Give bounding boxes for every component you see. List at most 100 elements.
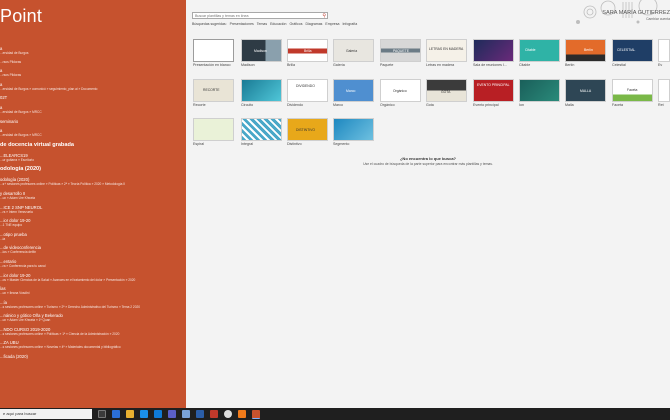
template-thumbnail[interactable]: Brilla (287, 39, 328, 62)
recent-file-item[interactable]: ...ZA UBU ...s sesiones profesores online… (0, 340, 186, 349)
template-label[interactable]: Paquete (380, 63, 393, 67)
suggested-search-link[interactable]: Empresa (325, 22, 339, 26)
template-label[interactable]: Marco (333, 103, 343, 107)
template-label[interactable]: Citable (519, 63, 530, 67)
template-label[interactable]: Galería (333, 63, 345, 67)
recent-file-item[interactable]: ías ...ux » Ileana Vosdini (0, 286, 186, 295)
template-thumbnail[interactable]: LETRAS EN MADERA (426, 39, 467, 62)
suggested-search-link[interactable]: Gráficos (289, 22, 302, 26)
switch-account-link[interactable]: Cambiar cuenta (646, 17, 670, 21)
template-label[interactable]: Espiral (193, 142, 204, 146)
template-label[interactable]: Gota (426, 103, 434, 107)
template-label[interactable]: Ev (658, 63, 662, 67)
template-label[interactable]: Recorte (193, 103, 206, 107)
template-thumbnail[interactable] (473, 39, 514, 62)
recent-file-item[interactable]: de docencia virtual grabada (0, 142, 186, 148)
suggested-search-link[interactable]: Temas (257, 22, 267, 26)
template-thumbnail[interactable] (241, 79, 282, 102)
firefox-icon[interactable] (238, 410, 246, 418)
template-label[interactable]: Dividendo (287, 103, 303, 107)
template-thumbnail[interactable] (333, 118, 374, 141)
recent-file-item[interactable]: a ...ersidad de Burgos » MRCC (0, 128, 186, 137)
word-icon[interactable] (196, 410, 204, 418)
template-label[interactable]: Integral (241, 142, 253, 146)
template-thumbnail[interactable]: Marco (333, 79, 374, 102)
recent-file-item[interactable]: ...ior dolor 19-20 ...1 TNE equipo (0, 218, 186, 227)
recent-file-item[interactable]: a ...ersidad de Burgos » MRCC (0, 105, 186, 114)
taskbar-search-box[interactable]: e aquí para buscar (0, 409, 92, 419)
suggested-search-link[interactable]: Infografía (342, 22, 357, 26)
template-label[interactable]: Sala de reuniones I... (473, 63, 507, 67)
template-label[interactable]: Segmento (333, 142, 349, 146)
file-explorer-icon[interactable] (126, 410, 134, 418)
recent-file-item[interactable]: ...ía ...s sesiones profesores online » T… (0, 300, 186, 309)
acrobat-icon[interactable] (210, 410, 218, 418)
template-label[interactable]: Distintivo (287, 142, 302, 146)
teams-icon[interactable] (168, 410, 176, 418)
template-thumbnail[interactable]: Galería (333, 39, 374, 62)
recent-file-item[interactable]: y desarrollo II ...ux » Adam Ure Khweia (0, 191, 186, 200)
template-thumbnail[interactable]: GOTA (426, 79, 467, 102)
template-thumbnail[interactable] (193, 118, 234, 141)
recent-file-item[interactable]: ...nánico y gótico Oña y Bekerado ...ux »… (0, 313, 186, 322)
template-thumbnail[interactable]: DIVIDENDO (287, 79, 328, 102)
template-label[interactable]: Orgánico (380, 103, 395, 107)
recent-file-item[interactable]: a ...ersidad de Burgos (0, 46, 186, 55)
template-label[interactable]: Ion (519, 103, 524, 107)
template-label[interactable]: Evento principal (473, 103, 499, 107)
suggested-search-link[interactable]: Diagramas (305, 22, 322, 26)
recent-file-item[interactable]: ...rsos Pildoras (0, 60, 186, 64)
account-user-name[interactable]: SARA MARÍA GUTIERREZ Cambiar cuenta (602, 10, 670, 21)
template-thumbnail[interactable] (658, 39, 670, 62)
chrome-icon[interactable] (224, 410, 232, 418)
template-label[interactable]: Letras en madera (426, 63, 454, 67)
template-thumbnail[interactable]: CELESTIAL (612, 39, 653, 62)
template-label[interactable]: Presentación en blanco (193, 63, 231, 67)
template-thumbnail[interactable]: Citable (519, 39, 560, 62)
template-thumbnail[interactable] (658, 79, 670, 102)
template-thumbnail[interactable]: EVENTO PRINCIPAL (473, 79, 514, 102)
template-label[interactable]: Madison (241, 63, 255, 67)
template-thumbnail[interactable]: Faceta (612, 79, 653, 102)
edge-icon[interactable] (112, 410, 120, 418)
template-thumbnail[interactable]: MALLA (565, 79, 606, 102)
recent-file-item[interactable]: ...NDO CURSO 2019-2020 ...s sesiones prof… (0, 327, 186, 336)
search-icon[interactable]: ⚲ (322, 13, 326, 19)
template-label[interactable]: Ret (658, 103, 664, 107)
template-label[interactable]: Brilla (287, 63, 295, 67)
recent-file-item[interactable]: ...ficada (2020) (0, 354, 186, 359)
recent-file-item[interactable]: ...entario ...ra » Conferencia para tu ca… (0, 259, 186, 268)
template-label[interactable]: Malla (565, 103, 574, 107)
template-thumbnail[interactable]: Madison (241, 39, 282, 62)
recent-file-item[interactable]: ...otipo prueba ...ia (0, 232, 186, 241)
store-icon[interactable] (154, 410, 162, 418)
mail-icon[interactable] (140, 410, 148, 418)
recent-file-item[interactable]: ...de videoconferencia ...los » Conferenc… (0, 245, 186, 254)
task-view-icon[interactable] (98, 410, 106, 418)
template-thumbnail[interactable]: DISTINTIVO (287, 118, 328, 141)
recent-file-item[interactable]: 02T (0, 95, 186, 100)
template-thumbnail[interactable] (519, 79, 560, 102)
recent-file-item[interactable]: ...ELEARCS19 ...ur guitarra » Escritorio (0, 153, 186, 162)
template-thumbnail[interactable]: Orgánico (380, 79, 421, 102)
suggested-search-link[interactable]: Educación (270, 22, 286, 26)
template-label[interactable]: Celestial (612, 63, 626, 67)
recent-file-item[interactable]: a ...ersidad de Burgos » comunicó » segui… (0, 82, 186, 91)
template-label[interactable]: Berlín (565, 63, 574, 67)
recent-file-item[interactable]: ...ior dolor 19-20 ...os » Master Ciencia… (0, 273, 186, 282)
template-thumbnail[interactable] (193, 39, 234, 62)
template-label[interactable]: Faceta (612, 103, 623, 107)
template-search-input[interactable] (195, 14, 315, 18)
recent-file-item[interactable]: ...ICE 2 SNP NEUROL ...rs » Intern Venezu… (0, 205, 186, 214)
photos-icon[interactable] (182, 410, 190, 418)
recent-file-item[interactable]: a ...rsos Pildoras (0, 68, 186, 77)
template-label[interactable]: Circuito (241, 103, 253, 107)
template-thumbnail[interactable]: RECORTE (193, 79, 234, 102)
recent-file-item[interactable]: odología (2020) (0, 166, 186, 172)
template-thumbnail[interactable] (241, 118, 282, 141)
recent-file-item[interactable]: seminario (0, 119, 186, 124)
template-thumbnail[interactable]: PAQUETE (380, 39, 421, 62)
template-search-box[interactable]: ⚲ (192, 12, 328, 19)
powerpoint-icon[interactable] (252, 410, 260, 419)
template-thumbnail[interactable]: Berlín (565, 39, 606, 62)
